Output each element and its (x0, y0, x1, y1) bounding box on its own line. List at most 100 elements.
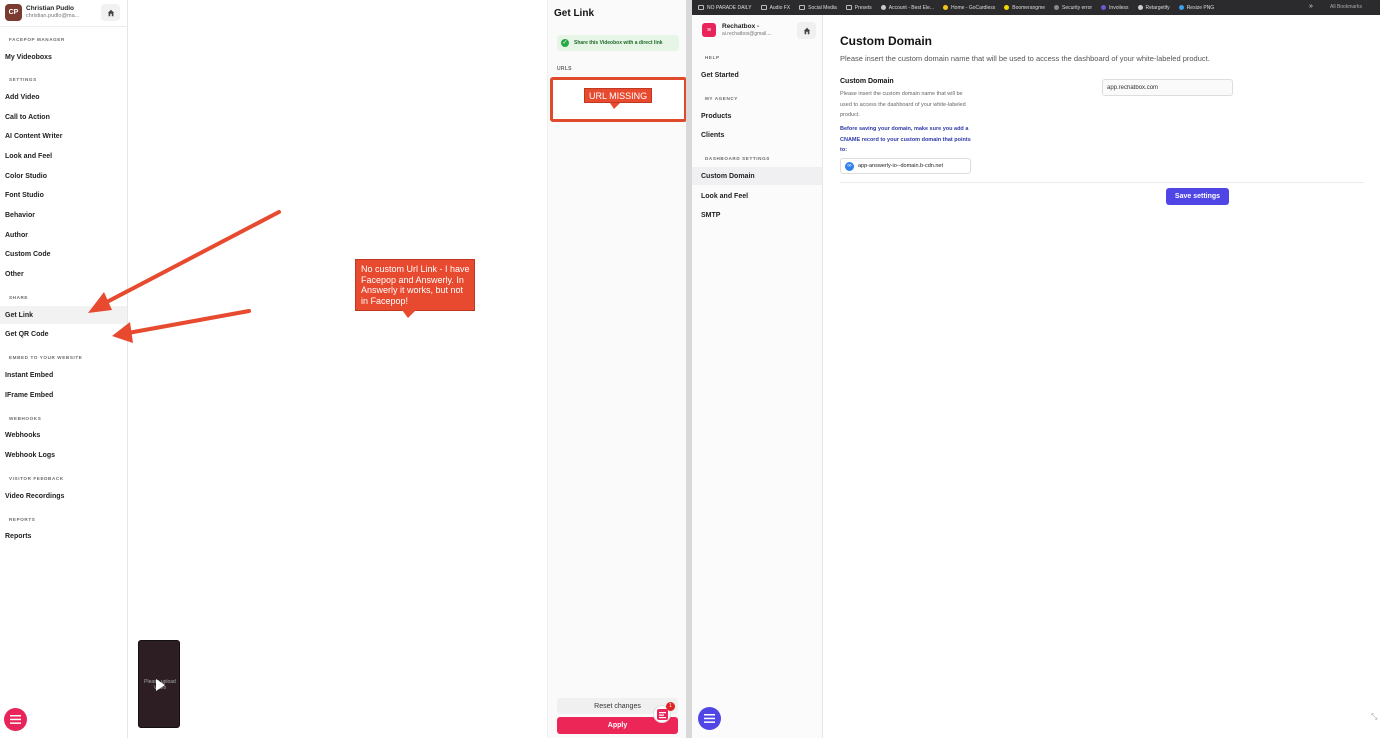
url-missing-highlight: URL MISSING (550, 77, 687, 122)
all-bookmarks[interactable]: All Bookmarks (1330, 4, 1362, 10)
divider (840, 182, 1364, 183)
cname-target-box[interactable]: ∞ app-answerly-io--domain.b-cdn.net (840, 158, 971, 174)
bookmark-item[interactable]: NO PARADE DAILY (698, 5, 752, 11)
bookmarks-bar: NO PARADE DAILY Audio FX Social Media Pr… (692, 0, 1380, 15)
nav-add-video[interactable]: Add Video (0, 88, 127, 106)
nav-look-and-feel[interactable]: Look and Feel (0, 147, 127, 165)
bookmark-item[interactable]: Boomerangme (1004, 5, 1045, 11)
section-embed: EMBED TO YOUR WEBSITE (9, 355, 83, 360)
nav-get-link[interactable]: Get Link (0, 306, 127, 324)
section-my-agency: MY AGENCY (705, 96, 738, 101)
nav-font-studio[interactable]: Font Studio (0, 186, 127, 204)
bookmark-item[interactable]: Security error (1054, 5, 1092, 11)
rechatbox-logo-icon: ≡ (702, 23, 716, 37)
nav-get-started[interactable]: Get Started (692, 66, 822, 84)
menu-icon (10, 715, 21, 724)
notification-badge: 1 (666, 702, 675, 711)
editor-canvas (128, 0, 547, 738)
nav-video-recordings[interactable]: Video Recordings (0, 487, 127, 505)
custom-domain-input[interactable] (1102, 79, 1233, 96)
site-icon (943, 5, 949, 10)
custom-domain-help: Please insert the custom domain name tha… (840, 91, 966, 118)
urls-label: URLS (557, 66, 572, 72)
folder-icon (698, 5, 704, 10)
url-missing-label: URL MISSING (584, 88, 653, 103)
nav-custom-domain[interactable]: Custom Domain (692, 167, 822, 185)
cname-note: Before saving your domain, make sure you… (840, 126, 971, 153)
nav-iframe-embed[interactable]: IFrame Embed (0, 386, 127, 404)
section-help: HELP (705, 55, 720, 60)
more-bookmarks-icon[interactable]: » (1309, 3, 1313, 10)
site-icon (1004, 5, 1010, 10)
panel-title: Get Link (554, 8, 595, 19)
nav-reports[interactable]: Reports (0, 527, 127, 545)
site-icon (1101, 5, 1107, 10)
folder-icon (799, 5, 806, 10)
nav-color-studio[interactable]: Color Studio (0, 167, 127, 185)
home-button[interactable] (101, 4, 120, 21)
brand-name: Rechatbox - (722, 23, 760, 30)
nav-get-qr-code[interactable]: Get QR Code (0, 325, 127, 343)
site-icon (880, 5, 886, 10)
folder-icon (845, 5, 852, 10)
section-webhooks: WEBHOOKS (9, 416, 42, 421)
nav-my-videoboxs[interactable]: My Videoboxs (0, 48, 127, 66)
custom-domain-label: Custom Domain (840, 78, 894, 85)
bookmark-item[interactable]: Social Media (799, 5, 837, 11)
menu-icon (704, 714, 715, 723)
nav-products[interactable]: Products (692, 107, 822, 125)
annotation-callout: No custom Url Link - I have Facepop and … (355, 259, 475, 311)
section-share: SHARE (9, 295, 29, 300)
nav-ai-content-writer[interactable]: AI Content Writer (0, 127, 127, 145)
facepop-sidebar: CP Christian Pudlo christian.pudlo@ma...… (0, 0, 128, 738)
home-icon (107, 9, 114, 16)
user-name: Christian Pudlo (26, 5, 75, 12)
play-icon[interactable] (156, 679, 165, 691)
nav-other[interactable]: Other (0, 265, 127, 283)
facepop-menu-button[interactable] (4, 708, 27, 731)
rechatbox-menu-button[interactable] (698, 707, 721, 730)
url-missing-tail (610, 103, 620, 109)
nav-webhooks[interactable]: Webhooks (0, 426, 127, 444)
nav-instant-embed[interactable]: Instant Embed (0, 366, 127, 384)
user-header[interactable]: CP Christian Pudlo christian.pudlo@ma... (0, 0, 128, 27)
check-icon: ✓ (561, 39, 569, 47)
page-subtitle: Please insert the custom domain name tha… (840, 54, 1210, 63)
brand-email: ai.rechatbox@gmail.... (722, 31, 772, 37)
nav-webhook-logs[interactable]: Webhook Logs (0, 446, 127, 464)
nav-smtp[interactable]: SMTP (692, 206, 822, 224)
bookmark-item[interactable]: Retargetify (1137, 5, 1170, 11)
bookmark-item[interactable]: Invoiless (1101, 5, 1129, 11)
video-preview[interactable]: Please upload Video (138, 640, 180, 728)
rechatbox-sidebar: ≡ Rechatbox - ai.rechatbox@gmail.... HEL… (692, 15, 823, 738)
site-icon (1137, 5, 1143, 10)
bookmark-item[interactable]: Presets (845, 5, 872, 11)
site-icon (1054, 5, 1060, 10)
nav-look-and-feel[interactable]: Look and Feel (692, 187, 822, 205)
bookmark-item[interactable]: Home - GoCardless (943, 5, 995, 11)
resize-icon: ⤡ (1371, 712, 1378, 721)
page-title: Custom Domain (840, 34, 933, 48)
nav-call-to-action[interactable]: Call to Action (0, 108, 127, 126)
share-info-text: Share this Videobox with a direct link (574, 40, 663, 46)
user-email: christian.pudlo@ma... (26, 13, 80, 19)
share-info-box: ✓ Share this Videobox with a direct link (557, 35, 679, 51)
nav-custom-code[interactable]: Custom Code (0, 245, 127, 263)
custom-domain-page: Custom Domain Please insert the custom d… (824, 15, 1380, 738)
rechatbox-logo-icon (656, 708, 668, 720)
section-visitor-feedback: VISITOR FEEDBACK (9, 476, 64, 481)
folder-icon (760, 5, 767, 10)
bookmark-item[interactable]: Resize PNG (1178, 5, 1214, 11)
avatar: CP (5, 4, 22, 21)
bookmark-item[interactable]: Audio FX (760, 5, 790, 11)
save-settings-button[interactable]: Save settings (1166, 188, 1229, 205)
nav-behavior[interactable]: Behavior (0, 206, 127, 224)
get-link-panel: Get Link ✓ Share this Videobox with a di… (547, 0, 687, 738)
nav-clients[interactable]: Clients (692, 126, 822, 144)
home-icon (803, 27, 810, 34)
home-button[interactable] (797, 22, 816, 39)
cname-target: app-answerly-io--domain.b-cdn.net (858, 163, 943, 169)
bookmark-item[interactable]: Account - Best Ele... (880, 5, 934, 11)
nav-author[interactable]: Author (0, 226, 127, 244)
section-settings: SETTINGS (9, 77, 37, 82)
